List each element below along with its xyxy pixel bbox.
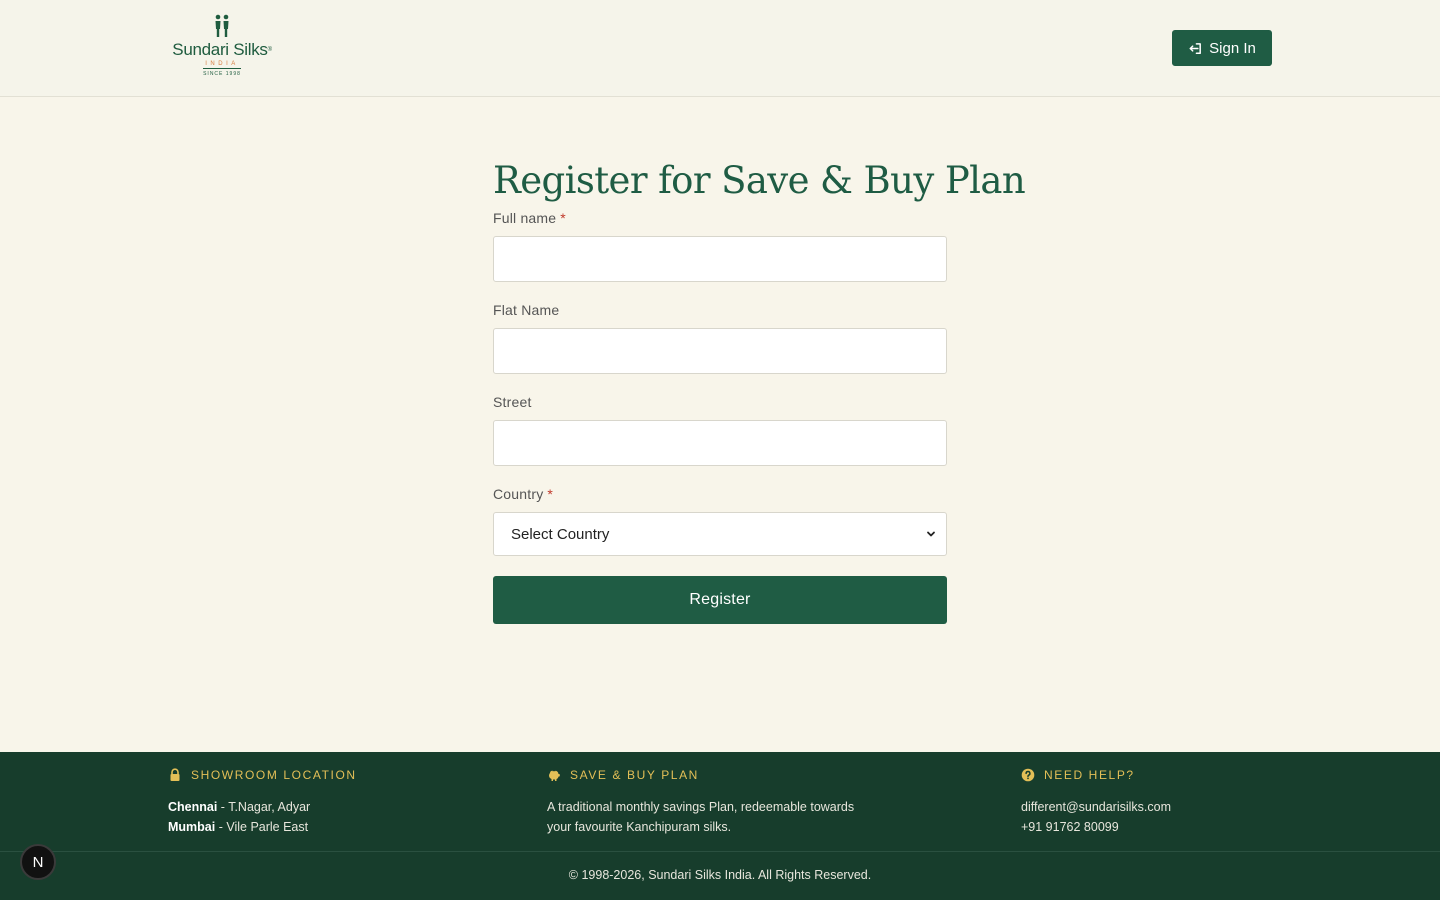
country-select-value: Select Country: [511, 525, 610, 543]
help-contacts: different@sundarisilks.com +91 91762 800…: [1021, 797, 1171, 837]
sundari-silks-logo[interactable]: Sundari Silks® INDIA SINCE 1998: [167, 14, 277, 82]
plan-heading: SAVE & BUY PLAN: [547, 768, 854, 782]
required-asterisk: *: [547, 486, 554, 502]
street-input[interactable]: [493, 420, 947, 466]
plan-section: SAVE & BUY PLAN A traditional monthly sa…: [547, 768, 854, 837]
page-title: Register for Save & Buy Plan: [493, 159, 1026, 202]
sign-in-icon: [1189, 42, 1202, 54]
country-label: Country *: [493, 486, 554, 502]
full-name-label: Full name *: [493, 210, 566, 226]
flat-name-label: Flat Name: [493, 302, 560, 318]
logo-india-text: INDIA: [205, 61, 239, 67]
help-phone-link[interactable]: +91 91762 80099: [1021, 817, 1171, 837]
showroom-locations: Chennai - T.Nagar, Adyar Mumbai - Vile P…: [168, 797, 357, 837]
required-asterisk: *: [560, 210, 566, 226]
full-name-input[interactable]: [493, 236, 947, 282]
lock-icon: [170, 768, 180, 781]
couple-figures-icon: [215, 14, 229, 37]
country-select[interactable]: Select Country: [493, 512, 947, 556]
location-chennai: Chennai - T.Nagar, Adyar: [168, 800, 311, 814]
sign-in-button[interactable]: Sign In: [1172, 30, 1272, 66]
help-email-link[interactable]: different@sundarisilks.com: [1021, 797, 1171, 817]
piggy-bank-icon: [549, 770, 560, 781]
logo-since-text: SINCE 1998: [203, 68, 241, 78]
n-badge-button[interactable]: N: [20, 844, 56, 880]
footer-divider: [0, 851, 1440, 852]
registration-form: Register for Save & Buy Plan Full name * …: [493, 159, 1026, 624]
logo-brand-text: Sundari Silks®: [172, 40, 272, 59]
street-label: Street: [493, 394, 532, 410]
help-heading: NEED HELP?: [1021, 768, 1171, 782]
chevron-down-icon: [927, 531, 935, 537]
site-footer: SHOWROOM LOCATION Chennai - T.Nagar, Ady…: [0, 752, 1440, 900]
plan-description: A traditional monthly savings Plan, rede…: [547, 800, 855, 834]
flat-name-input[interactable]: [493, 328, 947, 374]
showroom-heading: SHOWROOM LOCATION: [168, 768, 357, 782]
help-section: NEED HELP? different@sundarisilks.com +9…: [1021, 768, 1171, 837]
copyright-text: © 1998-2026, Sundari Silks India. All Ri…: [568, 868, 872, 882]
question-circle-icon: [1021, 768, 1035, 782]
site-header: Sundari Silks® INDIA SINCE 1998 Sign In: [0, 0, 1440, 97]
showroom-section: SHOWROOM LOCATION Chennai - T.Nagar, Ady…: [168, 768, 357, 837]
register-button[interactable]: Register: [493, 576, 947, 624]
location-mumbai: Mumbai - Vile Parle East: [168, 820, 309, 834]
sign-in-label: Sign In: [1209, 39, 1256, 57]
